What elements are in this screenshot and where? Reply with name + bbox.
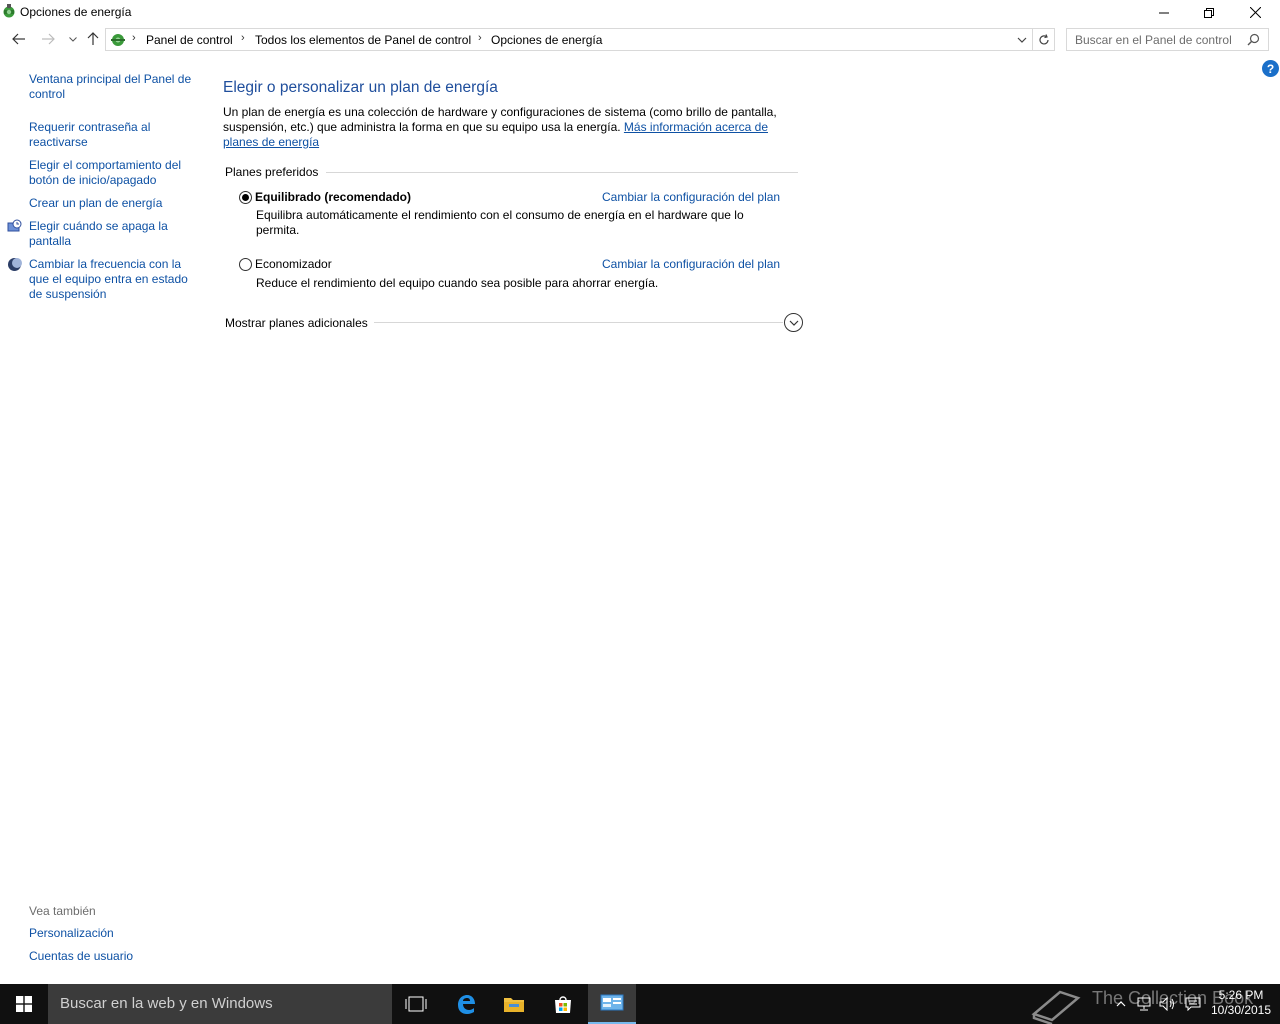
taskbar-search-input[interactable]	[60, 995, 380, 1012]
breadcrumb-all-items[interactable]: Todos los elementos de Panel de control	[255, 33, 471, 47]
start-button[interactable]	[0, 984, 48, 1024]
more-plans-divider	[372, 322, 783, 323]
page-title: Elegir o personalizar un plan de energía	[223, 79, 498, 96]
control-panel-icon	[111, 34, 125, 46]
windows-logo-icon	[16, 996, 32, 1012]
clock-time: 5:26 PM	[1218, 988, 1264, 1002]
arrow-right-icon	[42, 33, 55, 45]
intro-text: Un plan de energía es una colección de h…	[223, 105, 803, 150]
control-panel-taskbar-button[interactable]	[588, 984, 636, 1024]
restore-icon	[1204, 7, 1214, 18]
window-title: Opciones de energía	[20, 5, 132, 19]
plan-saver-name[interactable]: Economizador	[255, 257, 332, 271]
preferred-plans-heading: Planes preferidos	[225, 165, 327, 179]
title-bar: Opciones de energía	[0, 0, 1280, 25]
edge-icon	[458, 995, 475, 1014]
task-view-icon	[405, 996, 427, 1012]
expand-more-plans-button[interactable]	[784, 313, 803, 332]
close-icon	[1249, 7, 1261, 18]
plan-balanced-description: Equilibra automáticamente el rendimiento…	[256, 208, 744, 237]
see-also-heading: Vea también	[29, 904, 96, 918]
control-panel-icon	[600, 994, 624, 1011]
plan-saver-description: Reduce el rendimiento del equipo cuando …	[256, 276, 659, 290]
chevron-down-icon	[789, 320, 798, 326]
plan-balanced-settings-link[interactable]: Cambiar la configuración del plan	[602, 190, 780, 204]
breadcrumb-control-panel[interactable]: Panel de control	[146, 33, 233, 47]
action-center-icon	[1185, 997, 1201, 1011]
minimize-icon	[1159, 12, 1169, 13]
chevron-right-icon: ›	[478, 32, 482, 44]
restore-button[interactable]	[1186, 0, 1232, 25]
clock-date: 10/30/2015	[1210, 1003, 1272, 1017]
display-clock-icon	[7, 219, 22, 232]
plan-saver-radio[interactable]	[239, 258, 252, 271]
power-options-icon	[3, 4, 15, 18]
chevron-up-icon	[1116, 1001, 1126, 1007]
sidebar-item-power-buttons[interactable]: Elegir el comportamiento del botón de in…	[29, 158, 194, 188]
chevron-down-icon	[69, 36, 77, 42]
up-button[interactable]	[83, 29, 103, 49]
refresh-icon	[1038, 33, 1049, 44]
refresh-button[interactable]	[1033, 28, 1055, 51]
file-explorer-icon	[504, 998, 524, 1012]
see-also-personalization[interactable]: Personalización	[29, 926, 194, 941]
search-icon[interactable]	[1247, 33, 1260, 46]
sidebar-item-create-plan[interactable]: Crear un plan de energía	[29, 196, 194, 211]
book-watermark-icon	[1031, 990, 1081, 1024]
plan-saver-settings-link[interactable]: Cambiar la configuración del plan	[602, 257, 780, 271]
show-hidden-icons-button[interactable]	[1112, 984, 1130, 1024]
volume-button[interactable]	[1158, 984, 1178, 1024]
navigation-bar: › Panel de control › Todos los elementos…	[0, 25, 1280, 55]
taskbar-clock[interactable]: 5:26 PM 10/30/2015	[1206, 988, 1276, 1018]
sidebar-item-display-off[interactable]: Elegir cuándo se apaga la pantalla	[29, 219, 194, 249]
back-button[interactable]	[9, 29, 29, 49]
sidebar-item-control-panel-home[interactable]: Ventana principal del Panel de control	[29, 72, 194, 102]
search-input[interactable]	[1075, 33, 1243, 47]
moon-icon	[8, 258, 22, 271]
store-icon	[555, 996, 571, 1013]
arrow-up-icon	[87, 32, 99, 45]
network-button[interactable]	[1134, 984, 1154, 1024]
show-more-plans-label[interactable]: Mostrar planes adicionales	[225, 316, 374, 330]
search-box[interactable]	[1066, 28, 1269, 51]
store-button[interactable]	[539, 984, 587, 1024]
address-dropdown-icon[interactable]	[1016, 33, 1028, 47]
action-center-button[interactable]	[1183, 984, 1203, 1024]
task-view-button[interactable]	[392, 984, 440, 1024]
help-button[interactable]: ?	[1262, 60, 1279, 77]
chevron-right-icon: ›	[241, 32, 245, 44]
taskbar: The Collection Book 5:26 PM 10/30/2015	[0, 984, 1280, 1024]
taskbar-search-box[interactable]	[48, 984, 392, 1024]
see-also-user-accounts[interactable]: Cuentas de usuario	[29, 949, 194, 964]
edge-button[interactable]	[442, 984, 490, 1024]
close-button[interactable]	[1232, 0, 1278, 25]
network-icon	[1137, 997, 1151, 1011]
file-explorer-button[interactable]	[490, 984, 538, 1024]
plan-balanced-radio[interactable]	[239, 191, 252, 204]
sidebar-item-sleep[interactable]: Cambiar la frecuencia con la que el equi…	[29, 257, 194, 302]
arrow-left-icon	[12, 33, 25, 45]
minimize-button[interactable]	[1141, 0, 1187, 25]
breadcrumb-power-options[interactable]: Opciones de energía	[491, 33, 602, 47]
plan-balanced-name[interactable]: Equilibrado (recomendado)	[255, 190, 411, 204]
sidebar-item-require-password[interactable]: Requerir contraseña al reactivarse	[29, 120, 194, 150]
recent-locations-button[interactable]	[63, 29, 83, 49]
address-bar[interactable]: › Panel de control › Todos los elementos…	[105, 28, 1033, 51]
forward-button[interactable]	[38, 29, 58, 49]
chevron-right-icon: ›	[132, 32, 136, 44]
volume-icon	[1159, 997, 1174, 1011]
